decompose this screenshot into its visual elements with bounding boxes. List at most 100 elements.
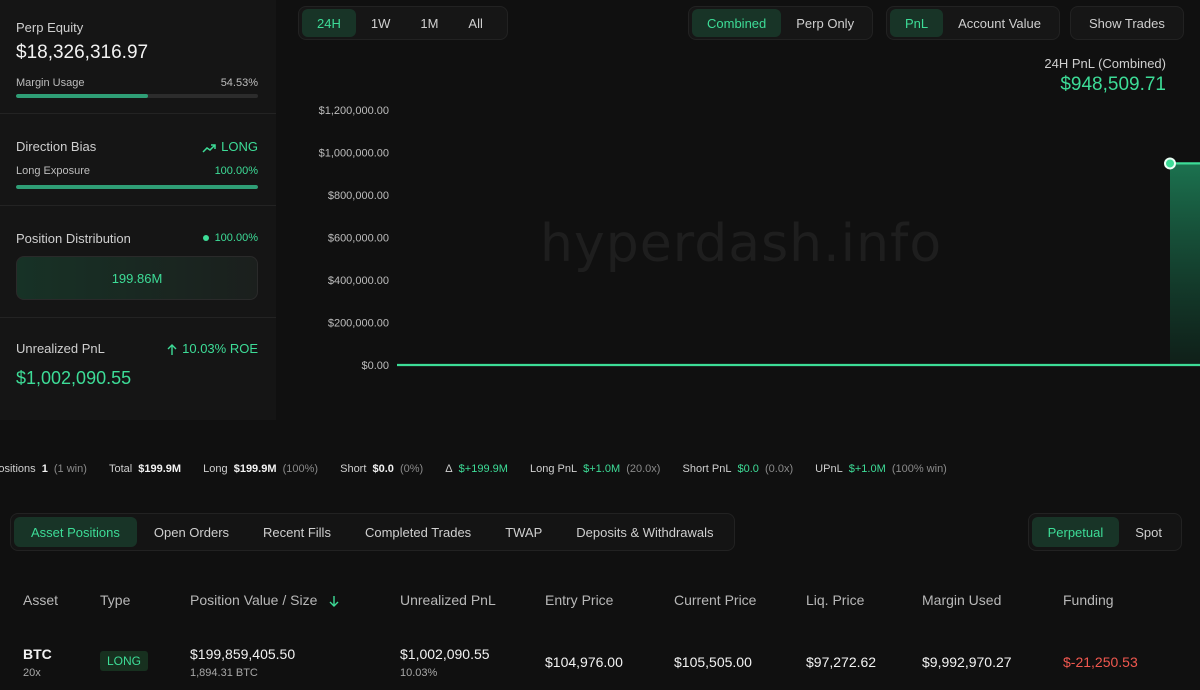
market-tab-spot[interactable]: Spot <box>1119 517 1178 547</box>
col-current-price[interactable]: Current Price <box>674 592 756 608</box>
mode-combined[interactable]: Combined <box>692 9 781 37</box>
stat-short-pnl: Short PnL $0.0 (0.0x) <box>683 463 797 475</box>
unrealized-pnl-value: $1,002,090.55 <box>16 368 131 389</box>
margin-usage-bar <box>16 94 258 98</box>
stat-positions: Positions 1 (1 win) <box>0 463 90 475</box>
metric-pnl[interactable]: PnL <box>890 9 943 37</box>
tab-completed-trades[interactable]: Completed Trades <box>348 517 488 547</box>
row-liq-price: $97,272.62 <box>806 654 876 670</box>
stat-long: Long $199.9M (100%) <box>203 463 321 475</box>
show-trades-button[interactable]: Show Trades <box>1074 9 1180 37</box>
position-distribution-pct: 100.00% <box>215 232 258 244</box>
position-distribution-bar[interactable]: 199.86M <box>16 256 258 300</box>
stat-upnl-note: (100% win) <box>892 463 947 475</box>
stat-long-pnl: Long PnL $+1.0M (20.0x) <box>530 463 663 475</box>
perp-equity-value: $18,326,316.97 <box>16 42 148 64</box>
stat-short-pnl-note: (0.0x) <box>765 463 793 475</box>
stat-positions-label: Positions <box>0 463 36 475</box>
trending-up-icon <box>202 143 216 153</box>
stat-positions-note: (1 win) <box>54 463 87 475</box>
stat-total-label: Total <box>109 463 132 475</box>
y-tick-label: $0.00 <box>361 360 389 372</box>
position-distribution-card: Position Distribution 100.00% 199.86M <box>0 206 276 318</box>
y-tick-label: $600,000.00 <box>328 233 389 245</box>
timeframe-24h[interactable]: 24H <box>302 9 356 37</box>
timeframe-selector: 24H1W1MAll <box>298 6 508 40</box>
long-exposure-label: Long Exposure <box>16 165 90 177</box>
roe-wrap: 10.03% ROE <box>167 341 258 356</box>
market-tab-perpetual[interactable]: Perpetual <box>1032 517 1120 547</box>
row-funding: $-21,250.53 <box>1063 654 1138 670</box>
col-position-value-label: Position Value / Size <box>190 592 317 608</box>
perp-equity-label: Perp Equity <box>16 20 83 35</box>
row-asset[interactable]: BTC <box>23 646 52 662</box>
stat-short-value: $0.0 <box>372 463 393 475</box>
margin-usage-fill <box>16 94 148 98</box>
row-unrealized-pnl: $1,002,090.55 <box>400 646 490 662</box>
col-liq-price[interactable]: Liq. Price <box>806 592 864 608</box>
tab-twap[interactable]: TWAP <box>488 517 559 547</box>
perp-equity-card: Perp Equity $18,326,316.97 Margin Usage … <box>0 0 276 114</box>
position-distribution-pct-wrap: 100.00% <box>203 232 258 244</box>
pnl-current-point[interactable] <box>1165 158 1175 168</box>
stat-short-pnl-value: $0.0 <box>738 463 759 475</box>
pnl-area <box>397 131 1200 365</box>
row-unrealized-pnl-pct: 10.03% <box>400 667 437 679</box>
tab-open-orders[interactable]: Open Orders <box>137 517 246 547</box>
tab-asset-positions[interactable]: Asset Positions <box>14 517 137 547</box>
y-tick-label: $400,000.00 <box>328 275 389 287</box>
col-funding[interactable]: Funding <box>1063 592 1114 608</box>
col-unrealized-pnl[interactable]: Unrealized PnL <box>400 592 496 608</box>
direction-bias-value-wrap: LONG <box>202 139 258 154</box>
col-margin-used[interactable]: Margin Used <box>922 592 1001 608</box>
tab-recent-fills[interactable]: Recent Fills <box>246 517 348 547</box>
y-tick-label: $1,000,000.00 <box>319 148 389 160</box>
row-position-size: 1,894.31 BTC <box>190 667 258 679</box>
tab-deposits-withdrawals[interactable]: Deposits & Withdrawals <box>559 517 730 547</box>
stat-long-label: Long <box>203 463 227 475</box>
arrow-down-icon <box>329 595 339 607</box>
timeframe-all[interactable]: All <box>453 9 497 37</box>
stat-upnl-label: UPnL <box>815 463 843 475</box>
col-type[interactable]: Type <box>100 592 130 608</box>
direction-bias-card: Direction Bias LONG Long Exposure 100.00… <box>0 114 276 206</box>
stat-long-note: (100%) <box>283 463 318 475</box>
unrealized-pnl-card: Unrealized PnL 10.03% ROE $1,002,090.55 <box>0 318 276 420</box>
col-position-value[interactable]: Position Value / Size <box>190 592 339 608</box>
row-entry-price: $104,976.00 <box>545 654 623 670</box>
row-margin-used: $9,992,970.27 <box>922 654 1012 670</box>
mode-perp-only[interactable]: Perp Only <box>781 9 869 37</box>
position-distribution-label: Position Distribution <box>16 231 131 246</box>
market-type-tabs: PerpetualSpot <box>1028 513 1182 551</box>
stat-long-pnl-label: Long PnL <box>530 463 577 475</box>
stat-upnl: UPnL $+1.0M (100% win) <box>815 463 950 475</box>
col-asset[interactable]: Asset <box>23 592 58 608</box>
pnl-chart[interactable]: $1,200,000.00$1,000,000.00$800,000.00$60… <box>290 50 1200 410</box>
stat-upnl-value: $+1.0M <box>849 463 886 475</box>
stat-long-pnl-value: $+1.0M <box>583 463 620 475</box>
long-exposure-fill <box>16 185 258 189</box>
y-tick-label: $1,200,000.00 <box>319 105 389 117</box>
stat-short: Short $0.0 (0%) <box>340 463 426 475</box>
metric-account-value[interactable]: Account Value <box>943 9 1056 37</box>
stat-delta-label: Δ <box>445 463 452 475</box>
stat-long-value: $199.9M <box>234 463 277 475</box>
dot-icon <box>203 235 209 241</box>
long-exposure-value: 100.00% <box>215 165 258 177</box>
roe-value: 10.03% ROE <box>182 341 258 356</box>
show-trades-wrap: Show Trades <box>1070 6 1184 40</box>
positions-stats-strip: Positions 1 (1 win) Total $199.9M Long $… <box>0 463 1200 481</box>
arrow-up-icon <box>167 344 177 356</box>
timeframe-1w[interactable]: 1W <box>356 9 406 37</box>
col-entry-price[interactable]: Entry Price <box>545 592 613 608</box>
row-type-badge: LONG <box>100 651 148 671</box>
mode-selector: CombinedPerp Only <box>688 6 873 40</box>
row-position-value: $199,859,405.50 <box>190 646 295 662</box>
stat-short-pnl-label: Short PnL <box>683 463 732 475</box>
timeframe-1m[interactable]: 1M <box>405 9 453 37</box>
direction-bias-label: Direction Bias <box>16 139 96 154</box>
metric-selector: PnLAccount Value <box>886 6 1060 40</box>
margin-usage-value: 54.53% <box>221 77 258 89</box>
row-current-price: $105,505.00 <box>674 654 752 670</box>
stat-short-note: (0%) <box>400 463 423 475</box>
